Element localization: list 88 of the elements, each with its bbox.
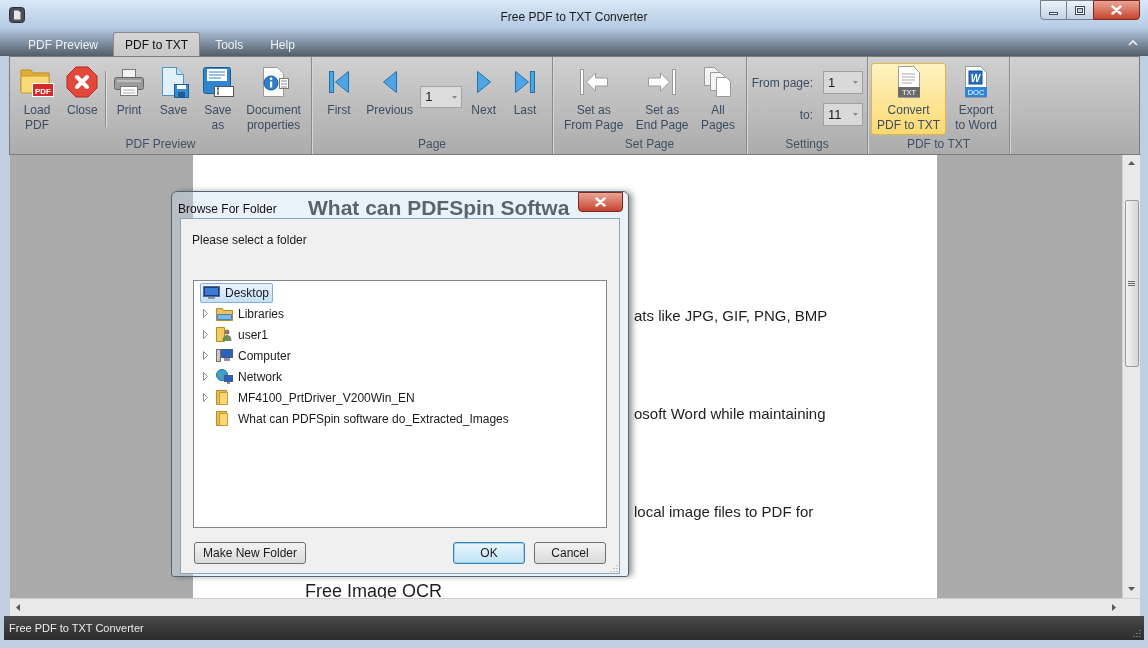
- tree-item[interactable]: Computer: [213, 345, 295, 366]
- expand-triangle-icon[interactable]: [203, 393, 208, 402]
- close-icon: [595, 197, 606, 207]
- toolbar-button[interactable]: Save: [151, 63, 196, 120]
- group-label: Set Page: [624, 136, 675, 152]
- dialog-prompt: Please select a folder: [192, 232, 307, 249]
- floppy-disk-icon: [201, 66, 234, 98]
- caret-down-icon: [452, 95, 458, 99]
- group-label: Settings: [785, 136, 829, 152]
- library-folder-icon: [216, 306, 233, 321]
- computer-icon: [216, 348, 233, 363]
- arrow-right-bar-icon: [646, 66, 679, 98]
- horizontal-scrollbar[interactable]: [10, 598, 1122, 616]
- close-button[interactable]: [1093, 0, 1140, 20]
- tree-item[interactable]: Libraries: [213, 303, 289, 324]
- close-icon: [66, 66, 99, 98]
- toolbar-button[interactable]: First: [319, 63, 359, 120]
- toolbar-button[interactable]: Previous: [360, 63, 419, 120]
- ribbon-tab[interactable]: PDF Preview: [16, 32, 110, 56]
- toolbar-button[interactable]: Next: [463, 63, 504, 120]
- page-number-combo[interactable]: 11: [823, 103, 863, 126]
- icon-caption: PDF: [35, 86, 51, 96]
- monitor-icon: [203, 286, 220, 299]
- tree-item[interactable]: What can PDFSpin software do_Extracted_Images: [213, 408, 513, 429]
- window-title: Free PDF to TXT Converter: [500, 9, 648, 26]
- group-label: Page: [418, 136, 446, 152]
- toolbar-button[interactable]: Last: [505, 63, 545, 120]
- document-text: ats like JPG, GIF, PNG, BMP: [634, 306, 828, 326]
- user-folder-icon: [216, 327, 233, 342]
- toolbar-button[interactable]: Set as End Page: [629, 63, 695, 135]
- caret-down-icon: [853, 81, 858, 84]
- maximize-button[interactable]: [1067, 0, 1093, 20]
- close-icon: [1111, 5, 1122, 15]
- toolbar-button[interactable]: Save as: [195, 63, 240, 135]
- ribbon-tab[interactable]: PDF to TXT: [113, 32, 201, 56]
- document-heading: What can PDFSpin Softwa: [308, 196, 570, 220]
- arrow-left-bar-icon: [577, 66, 610, 98]
- globe-monitor-icon: [216, 369, 233, 384]
- group-label: PDF Preview: [125, 136, 196, 152]
- ribbon-tab[interactable]: Help: [258, 32, 307, 56]
- resize-grip-icon: [610, 564, 618, 572]
- left-arrow-icon[interactable]: [16, 604, 20, 611]
- page-combo[interactable]: 1: [420, 86, 463, 108]
- toolbar-button[interactable]: PDF Load PDF: [14, 63, 60, 135]
- toolbar-button[interactable]: Close: [60, 63, 105, 120]
- printer-icon: [113, 66, 146, 98]
- resize-grip-icon[interactable]: [1132, 629, 1141, 638]
- vertical-scrollbar[interactable]: [1122, 155, 1140, 598]
- app-icon: [9, 7, 25, 23]
- toolbar-button[interactable]: Set as From Page: [558, 63, 630, 135]
- page-number-combo[interactable]: 1: [823, 71, 863, 94]
- document-text: osoft Word while maintaining: [634, 404, 826, 424]
- expand-triangle-icon[interactable]: [203, 351, 208, 360]
- document-subheading: Free Image OCR: [305, 583, 443, 599]
- status-text: Free PDF to TXT Converter: [9, 620, 144, 636]
- scrollbar-thumb[interactable]: [1124, 200, 1139, 367]
- toolbar-button[interactable]: All Pages: [694, 63, 741, 135]
- down-arrow-icon[interactable]: [1128, 587, 1135, 591]
- group-label: PDF to TXT: [906, 136, 971, 152]
- dialog-button[interactable]: OK: [453, 542, 525, 564]
- toolbar-button[interactable]: Document properties: [240, 63, 307, 135]
- document-text: local image files to PDF for: [634, 502, 814, 522]
- minimize-icon: [1049, 11, 1058, 15]
- ribbon-tab[interactable]: Tools: [203, 32, 256, 56]
- grip-icon: [1128, 280, 1135, 287]
- expand-triangle-icon[interactable]: [203, 330, 208, 339]
- dialog-button[interactable]: Make New Folder: [194, 542, 307, 564]
- chevron-up-icon[interactable]: [1128, 40, 1138, 46]
- field-label: to:: [799, 106, 813, 124]
- dialog-button[interactable]: Cancel: [534, 542, 606, 564]
- maximize-icon: [1075, 5, 1085, 15]
- minimize-button[interactable]: [1040, 0, 1067, 20]
- expand-triangle-icon[interactable]: [203, 309, 208, 318]
- tree-item[interactable]: Desktop: [200, 282, 274, 303]
- tree-item[interactable]: Network: [213, 366, 286, 387]
- pages-stack-icon: [701, 66, 734, 98]
- caret-down-icon: [853, 113, 858, 116]
- tree-item[interactable]: MF4100_PrtDriver_V200Win_EN: [213, 387, 419, 408]
- up-arrow-icon[interactable]: [1128, 161, 1135, 165]
- toolbar-button[interactable]: Print: [107, 63, 152, 120]
- right-arrow-icon[interactable]: [1112, 604, 1116, 611]
- dialog-close-button[interactable]: [578, 192, 623, 212]
- expand-triangle-icon[interactable]: [203, 372, 208, 381]
- logo-letter: W: [970, 72, 981, 84]
- tree-item[interactable]: user1: [213, 324, 273, 345]
- scrollbar-corner: [1122, 598, 1140, 616]
- field-label: From page:: [751, 74, 813, 92]
- dialog-title: Browse For Folder: [178, 201, 277, 218]
